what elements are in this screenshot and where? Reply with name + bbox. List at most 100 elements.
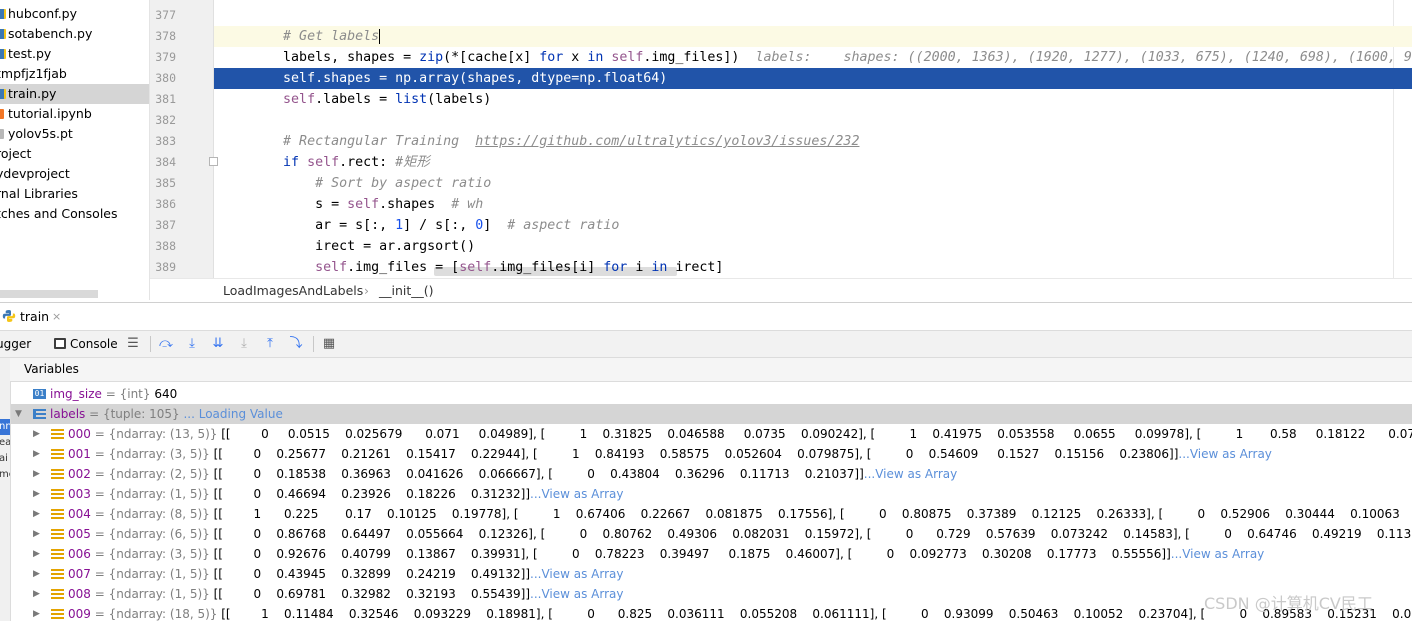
- variables-title: Variables: [24, 362, 79, 376]
- code-line[interactable]: s = self.shapes # wh: [214, 194, 1412, 215]
- variable-row[interactable]: ▶ 007 = {ndarray: (1, 5)} [[ 0 0.43945 0.…: [11, 564, 1412, 584]
- execution-point-line[interactable]: self.shapes = np.array(shapes, dtype=np.…: [214, 68, 1412, 89]
- view-as-array-link[interactable]: ...View as Array: [1171, 547, 1264, 561]
- variable-name: 001: [68, 447, 91, 461]
- ndarray-type-icon: [51, 589, 64, 599]
- tree-item[interactable]: sotabench.py: [0, 24, 149, 44]
- menu-lines-icon[interactable]: ☰: [124, 335, 142, 353]
- frame-item[interactable]: me: [0, 467, 10, 483]
- frame-item[interactable]: ai: [0, 451, 10, 467]
- view-as-array-link[interactable]: ...View as Array: [530, 567, 623, 581]
- expand-right-icon[interactable]: ▶: [33, 464, 40, 484]
- code-line[interactable]: # Rectangular Training https://github.co…: [214, 131, 1412, 152]
- code-token: (*[cache[x]: [443, 50, 540, 65]
- variable-text: 001 = {ndarray: (3, 5)} [[ 0 0.25677 0.2…: [68, 444, 1272, 464]
- expand-right-icon[interactable]: ▶: [33, 504, 40, 524]
- line-number: 377: [155, 8, 176, 22]
- show-execution-point-icon[interactable]: ⤼: [157, 335, 175, 353]
- code-line[interactable]: irect = ar.argsort(): [214, 236, 1412, 257]
- run-to-cursor-icon[interactable]: ⤵: [287, 335, 305, 353]
- expand-right-icon[interactable]: ▶: [33, 424, 40, 444]
- code-text: irect = ar.argsort(): [219, 236, 475, 257]
- step-over-icon[interactable]: ⤓: [183, 335, 201, 353]
- tab-console[interactable]: Console: [70, 331, 118, 357]
- ndarray-type-icon: [51, 449, 64, 459]
- view-as-array-link[interactable]: ... Loading Value: [183, 407, 282, 421]
- variable-row[interactable]: ▶ 003 = {ndarray: (1, 5)} [[ 0 0.46694 0.…: [11, 484, 1412, 504]
- code-line[interactable]: # Get labels: [214, 26, 1412, 47]
- code-line[interactable]: self.img_files = [self.img_files[i] for …: [214, 257, 1412, 278]
- line-number: 383: [155, 134, 176, 148]
- variable-name: img_size: [50, 387, 102, 401]
- variable-text: 004 = {ndarray: (8, 5)} [[ 1 0.225 0.17 …: [68, 504, 1400, 524]
- frame-item[interactable]: nn: [0, 419, 10, 435]
- variable-row[interactable]: ▶ 005 = {ndarray: (6, 5)} [[ 0 0.86768 0.…: [11, 524, 1412, 544]
- variable-name: 002: [68, 467, 91, 481]
- variable-type: = {tuple: 105}: [85, 407, 184, 421]
- breadcrumb-method[interactable]: __init__(): [379, 279, 434, 302]
- tree-item[interactable]: test.py: [0, 44, 149, 64]
- step-into-icon[interactable]: ⇊: [209, 335, 227, 353]
- code-editor[interactable]: # Get labels labels, shapes = zip(*[cach…: [214, 0, 1412, 278]
- evaluate-expression-icon[interactable]: ▦: [320, 335, 338, 353]
- tree-item[interactable]: hubconf.py: [0, 4, 149, 24]
- variable-row[interactable]: ▶ 004 = {ndarray: (8, 5)} [[ 1 0.225 0.17…: [11, 504, 1412, 524]
- variable-row[interactable]: ▶ 009 = {ndarray: (18, 5)} [[ 1 0.11484 0…: [11, 604, 1412, 624]
- expand-right-icon[interactable]: ▶: [33, 544, 40, 564]
- code-line[interactable]: [214, 5, 1412, 26]
- run-tab-train[interactable]: train ×: [0, 303, 65, 330]
- tree-item[interactable]: yolov5s.pt: [0, 124, 149, 144]
- expand-right-icon[interactable]: ▶: [33, 584, 40, 604]
- line-number: 379: [155, 50, 176, 64]
- expand-right-icon[interactable]: ▶: [33, 444, 40, 464]
- tree-item[interactable]: ydevproject: [0, 164, 149, 184]
- tree-item[interactable]: train.py: [0, 84, 149, 104]
- tree-item[interactable]: tches and Consoles: [0, 204, 149, 224]
- view-as-array-link[interactable]: ...View as Array: [1178, 447, 1271, 461]
- view-as-array-link[interactable]: ...View as Array: [530, 487, 623, 501]
- variable-type: = {ndarray: (1, 5)}: [90, 587, 214, 601]
- close-icon[interactable]: ×: [52, 303, 61, 330]
- tree-item-label: train.py: [8, 86, 57, 101]
- variable-row[interactable]: ▶ 006 = {ndarray: (3, 5)} [[ 0 0.92676 0.…: [11, 544, 1412, 564]
- code-line[interactable]: labels, shapes = zip(*[cache[x] for x in…: [214, 47, 1412, 68]
- step-into-my-code-icon[interactable]: ⤓: [235, 335, 253, 353]
- tree-item[interactable]: tmpfjz1fjab: [0, 64, 149, 84]
- code-line[interactable]: # Sort by aspect ratio: [214, 173, 1412, 194]
- variable-row[interactable]: ▶ 001 = {ndarray: (3, 5)} [[ 0 0.25677 0.…: [11, 444, 1412, 464]
- tab-debugger[interactable]: ugger: [0, 331, 31, 357]
- code-line[interactable]: self.labels = list(labels): [214, 89, 1412, 110]
- tree-item[interactable]: rnal Libraries: [0, 184, 149, 204]
- expand-right-icon[interactable]: ▶: [33, 484, 40, 504]
- expand-right-icon[interactable]: ▶: [33, 604, 40, 624]
- ndarray-type-icon: [51, 509, 64, 519]
- code-text: if self.rect: #矩形: [219, 152, 430, 173]
- expand-down-icon[interactable]: ▼: [15, 404, 22, 424]
- fold-marker-icon[interactable]: [209, 157, 218, 166]
- expand-right-icon[interactable]: ▶: [33, 564, 40, 584]
- code-token: self: [307, 155, 340, 170]
- step-out-icon[interactable]: ⤒: [261, 335, 279, 353]
- notebook-file-icon: [0, 109, 4, 119]
- variable-row[interactable]: 01 img_size = {int} 640: [11, 384, 1412, 404]
- frame-item[interactable]: ea: [0, 435, 10, 451]
- variable-row[interactable]: ▶ 000 = {ndarray: (13, 5)} [[ 0 0.0515 0.…: [11, 424, 1412, 444]
- variable-row[interactable]: ▼ labels = {tuple: 105} ... Loading Value: [11, 404, 1412, 424]
- expand-right-icon[interactable]: ▶: [33, 524, 40, 544]
- ndarray-type-icon: [51, 429, 64, 439]
- code-line[interactable]: [214, 110, 1412, 131]
- variable-row[interactable]: ▶ 008 = {ndarray: (1, 5)} [[ 0 0.69781 0.…: [11, 584, 1412, 604]
- code-text: # Sort by aspect ratio: [219, 173, 491, 194]
- tree-item[interactable]: tutorial.ipynb: [0, 104, 149, 124]
- code-line[interactable]: ar = s[:, 1] / s[:, 0] # aspect ratio: [214, 215, 1412, 236]
- variable-row[interactable]: ▶ 002 = {ndarray: (2, 5)} [[ 0 0.18538 0.…: [11, 464, 1412, 484]
- ndarray-type-icon: [51, 609, 64, 619]
- tree-item-label: sotabench.py: [8, 26, 93, 41]
- tree-scrollbar[interactable]: [0, 290, 98, 298]
- code-line[interactable]: if self.rect: #矩形: [214, 152, 1412, 173]
- tree-item[interactable]: roject: [0, 144, 149, 164]
- breadcrumb-class[interactable]: LoadImagesAndLabels: [223, 279, 363, 302]
- view-as-array-link[interactable]: ...View as Array: [864, 467, 957, 481]
- code-text: self.labels = list(labels): [219, 89, 491, 110]
- view-as-array-link[interactable]: ...View as Array: [530, 587, 623, 601]
